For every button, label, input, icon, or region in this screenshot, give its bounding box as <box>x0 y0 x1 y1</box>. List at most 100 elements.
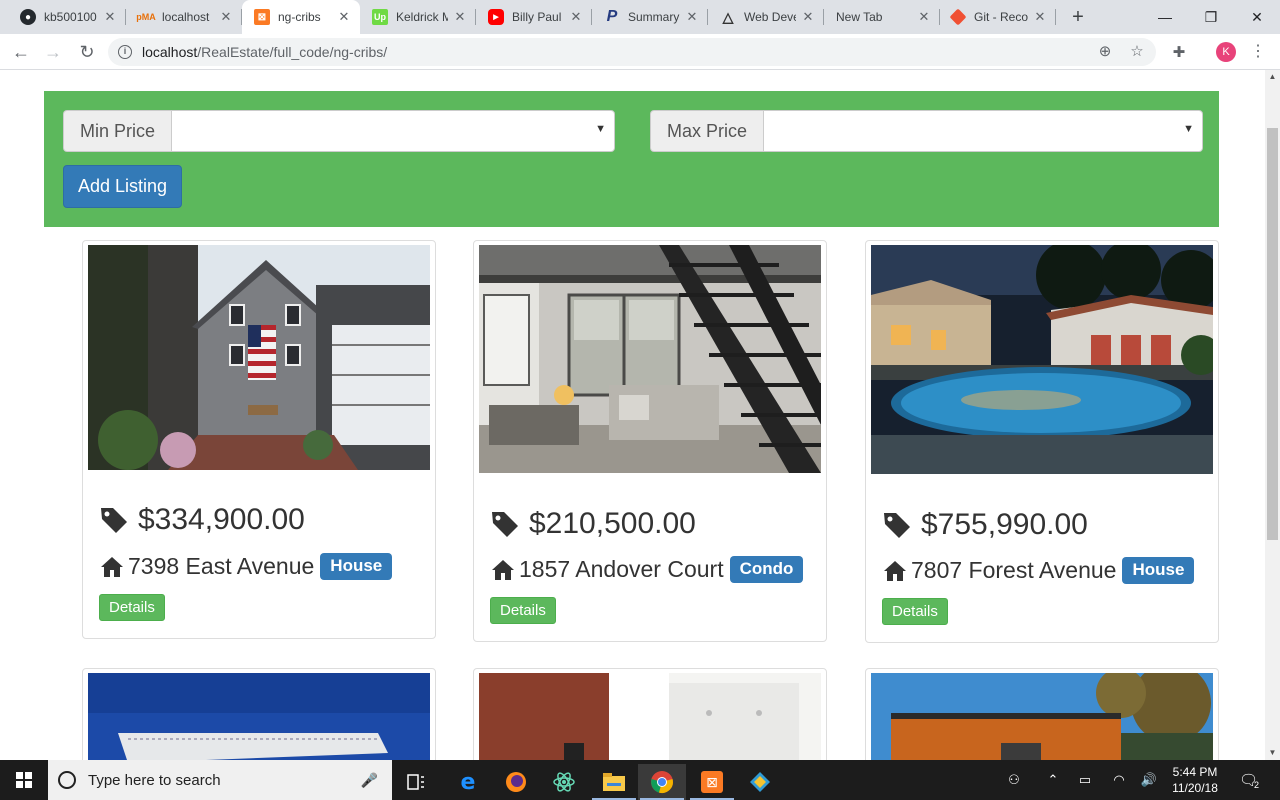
dropdown-caret-icon: ▼ <box>1183 123 1195 135</box>
scroll-down-arrow-icon[interactable]: ▼ <box>1265 746 1280 760</box>
search-placeholder: Type here to search <box>88 771 221 789</box>
add-listing-button[interactable]: Add Listing <box>63 165 182 208</box>
listing-photo <box>479 245 821 473</box>
tab-localhost[interactable]: pMA localhost ✕ <box>126 0 242 34</box>
tab-web-dev[interactable]: △ Web Deve ✕ <box>708 0 824 34</box>
battery-icon[interactable]: ▭ <box>1074 760 1096 800</box>
listing-photo <box>479 673 821 760</box>
tab-new-tab[interactable]: New Tab ✕ <box>824 0 940 34</box>
close-icon[interactable]: ✕ <box>684 9 700 25</box>
details-button[interactable]: Details <box>99 594 165 621</box>
price-tag-icon <box>101 508 127 533</box>
new-tab-button[interactable]: + <box>1068 7 1088 27</box>
task-view-icon[interactable] <box>392 764 440 800</box>
start-button[interactable] <box>0 760 48 800</box>
tab-youtube[interactable]: ▶ Billy Paul ✕ <box>476 0 592 34</box>
phpmyadmin-icon: pMA <box>136 12 156 22</box>
extensions-icon[interactable]: ✚ <box>1167 40 1191 64</box>
gitkraken-icon[interactable] <box>736 764 784 800</box>
close-icon[interactable]: ✕ <box>102 9 118 25</box>
price-row: $210,500.00 <box>490 507 696 541</box>
home-icon <box>492 559 514 580</box>
min-price-select[interactable]: ▼ <box>171 110 616 152</box>
zoom-icon[interactable]: ⊕ <box>1096 43 1114 61</box>
property-type-badge: House <box>320 553 393 580</box>
atom-icon[interactable] <box>540 764 588 800</box>
forward-button[interactable]: → <box>41 40 65 64</box>
tab-github[interactable]: ● kb500100 ✕ <box>8 0 126 34</box>
profile-avatar[interactable]: K <box>1216 42 1236 62</box>
xampp-taskbar-icon[interactable]: ⊠ <box>688 764 736 800</box>
chrome-icon[interactable] <box>638 764 686 800</box>
close-icon[interactable]: ✕ <box>218 9 234 25</box>
tab-git[interactable]: Git - Reco ✕ <box>940 0 1056 34</box>
xampp-icon: ⊠ <box>254 9 270 25</box>
minimize-button[interactable]: — <box>1142 0 1188 34</box>
details-button[interactable]: Details <box>490 597 556 624</box>
close-icon[interactable]: ✕ <box>1032 9 1048 25</box>
taskbar-search[interactable]: Type here to search 🎤 <box>48 760 392 800</box>
property-type-badge: House <box>1122 557 1195 584</box>
paypal-icon: P <box>606 8 618 25</box>
listing-card: $334,900.00 7398 East Avenue House Detai… <box>82 240 436 639</box>
address-row: 1857 Andover Court Condo <box>491 556 804 583</box>
details-button[interactable]: Details <box>882 598 948 625</box>
restore-button[interactable]: ❐ <box>1188 0 1234 34</box>
listing-photo <box>871 245 1213 474</box>
close-window-button[interactable]: ✕ <box>1234 0 1280 34</box>
windows-logo-icon <box>16 772 32 788</box>
tab-paypal[interactable]: P Summary ✕ <box>592 0 708 34</box>
volume-icon[interactable]: 🔊 <box>1138 760 1160 800</box>
bookmark-star-icon[interactable]: ☆ <box>1128 43 1146 61</box>
close-icon[interactable]: ✕ <box>800 9 816 25</box>
microphone-icon[interactable]: 🎤 <box>361 772 378 789</box>
close-icon[interactable]: ✕ <box>916 9 932 25</box>
max-price-group: Max Price ▼ <box>650 110 1204 152</box>
close-icon[interactable]: ✕ <box>452 9 468 25</box>
price-tag-icon <box>884 513 910 538</box>
property-type-badge: Condo <box>729 556 804 583</box>
close-icon[interactable]: ✕ <box>336 9 352 25</box>
tab-ng-cribs[interactable]: ⊠ ng-cribs ✕ <box>242 0 360 34</box>
listing-address: 7807 Forest Avenue <box>911 557 1117 583</box>
listing-photo <box>88 245 430 470</box>
max-price-select[interactable]: ▼ <box>763 110 1204 152</box>
notification-count: 2 <box>1254 780 1260 790</box>
min-price-group: Min Price ▼ <box>63 110 616 152</box>
tab-strip: ● kb500100 ✕ pMA localhost ✕ ⊠ ng-cribs … <box>0 0 1280 34</box>
scrollbar-thumb[interactable] <box>1267 128 1278 540</box>
tab-upwork[interactable]: Up Keldrick M ✕ <box>360 0 476 34</box>
max-price-label: Max Price <box>650 110 764 152</box>
listing-price: $334,900.00 <box>138 503 305 536</box>
home-icon <box>884 560 906 581</box>
scroll-up-arrow-icon[interactable]: ▲ <box>1265 70 1280 84</box>
youtube-icon: ▶ <box>488 9 504 25</box>
listing-price: $210,500.00 <box>529 507 696 540</box>
people-icon[interactable]: ⚇ <box>1002 760 1026 800</box>
file-explorer-icon[interactable] <box>590 764 638 800</box>
page-scrollbar[interactable]: ▲ ▼ <box>1265 70 1280 760</box>
listing-address: 7398 East Avenue <box>128 553 315 579</box>
wifi-icon[interactable]: ◠ <box>1108 760 1130 800</box>
url-path: /RealEstate/full_code/ng-cribs/ <box>197 44 388 60</box>
info-icon[interactable]: i <box>118 45 132 59</box>
address-bar[interactable]: i localhost/RealEstate/full_code/ng-crib… <box>108 38 1156 66</box>
action-center-icon[interactable]: 🗨 2 <box>1234 760 1264 800</box>
listing-card <box>865 668 1219 760</box>
browser-toolbar: ← → ↻ i localhost/RealEstate/full_code/n… <box>0 34 1280 70</box>
listing-price: $755,990.00 <box>921 508 1088 541</box>
listing-address: 1857 Andover Court <box>519 556 724 582</box>
edge-icon[interactable]: e <box>444 764 492 800</box>
show-hidden-icons-chevron[interactable]: ⌃ <box>1042 760 1064 800</box>
close-icon[interactable]: ✕ <box>568 9 584 25</box>
firefox-icon[interactable] <box>492 764 540 800</box>
taskbar-clock[interactable]: 5:44 PM 11/20/18 <box>1160 764 1230 796</box>
reload-button[interactable]: ↻ <box>75 40 99 64</box>
listing-card <box>82 668 436 760</box>
listing-card <box>473 668 827 760</box>
browser-menu-icon[interactable]: ⋮ <box>1250 42 1266 62</box>
triangle-logo-icon: △ <box>722 8 734 25</box>
back-button[interactable]: ← <box>9 40 33 64</box>
svg-text:⊠: ⊠ <box>706 775 718 791</box>
upwork-icon: Up <box>372 9 388 25</box>
